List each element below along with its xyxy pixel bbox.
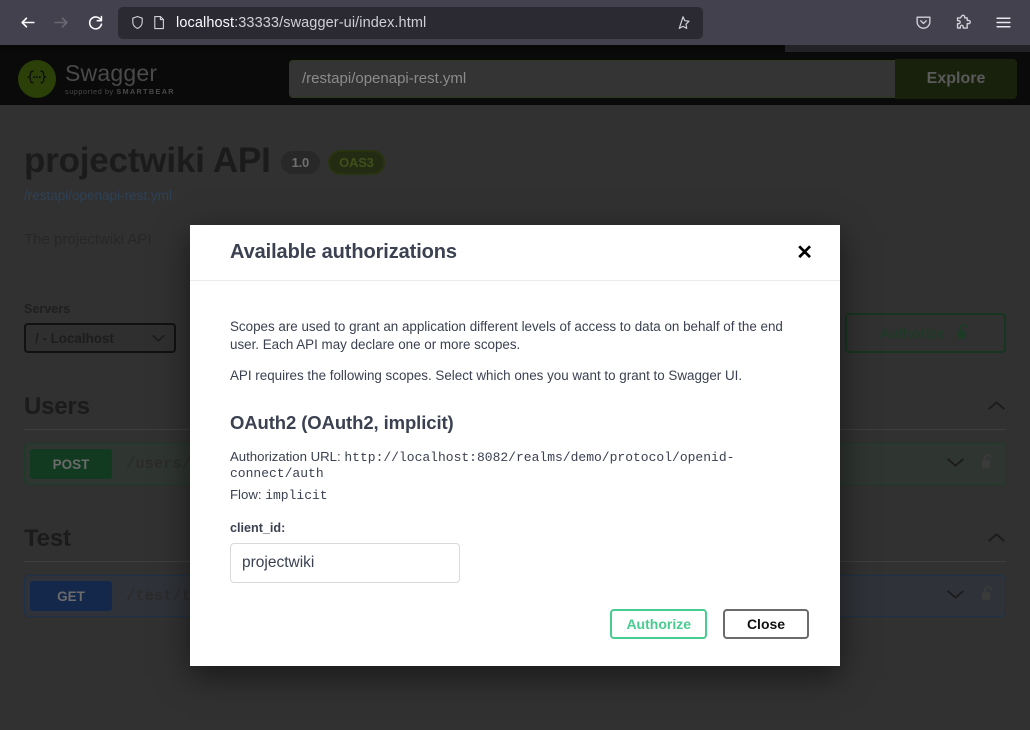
browser-toolbar: localhost:33333/swagger-ui/index.html [0,0,1030,45]
page-top-strip-light [785,45,1030,52]
chevron-up-icon[interactable] [987,398,1006,416]
pocket-icon[interactable] [906,7,940,39]
operation-row-controls [946,585,995,607]
hamburger-menu-icon[interactable] [986,7,1020,39]
server-select[interactable]: / - Localhost [24,323,176,353]
api-title-text: projectwiki API [24,141,271,180]
oauth2-section: OAuth2 (OAuth2, implicit) Authorization … [230,412,800,584]
forward-button[interactable] [44,7,78,39]
swagger-wordmark: Swagger supported by SMARTBEAR [65,59,175,96]
page-top-strip [0,45,1030,52]
spec-url-form: /restapi/openapi-rest.yml Explore [289,58,1017,99]
modal-title: Available authorizations [230,241,457,263]
flow-line: Flow: implicit [230,487,800,503]
tag-name-users: Users [24,393,90,420]
modal-body: Scopes are used to grant an application … [190,281,840,584]
url-host: localhost [176,14,235,31]
tag-name-test: Test [24,525,71,552]
explore-button[interactable]: Explore [895,58,1017,99]
page-title: projectwiki API 1.0 OAS3 [24,141,1006,181]
modal-close-button[interactable]: Close [723,609,809,640]
unlock-icon[interactable] [981,453,995,475]
swagger-logo-icon [18,59,56,98]
unlock-icon [956,323,971,344]
client-id-label: client_id: [230,521,286,536]
http-method-badge: POST [30,449,112,479]
close-icon[interactable]: ✕ [796,243,813,263]
operation-row-controls [946,453,995,475]
reload-button[interactable] [78,7,112,39]
authorize-button[interactable]: Authorize [845,313,1006,353]
scopes-description-1: Scopes are used to grant an application … [230,319,783,352]
url-bar[interactable]: localhost:33333/swagger-ui/index.html [118,6,703,39]
modal-actions: Authorize Close [190,583,840,666]
url-path: :33333/swagger-ui/index.html [234,14,427,31]
flow-label: Flow: [230,487,262,503]
oauth2-heading: OAuth2 (OAuth2, implicit) [230,412,454,434]
chevron-down-icon [152,331,165,346]
swagger-supported-by: supported by SMARTBEAR [65,86,175,96]
servers-label: Servers [24,302,71,316]
chevron-down-icon[interactable] [946,587,965,605]
modal-header: Available authorizations ✕ [190,225,840,281]
authorize-button-label: Authorize [879,325,945,341]
http-method-badge: GET [30,581,112,611]
server-select-value: / - Localhost [35,330,114,346]
extensions-puzzle-icon[interactable] [946,7,980,39]
scopes-description-2: API requires the following scopes. Selec… [230,367,743,383]
page-viewport: Swagger supported by SMARTBEAR /restapi/… [0,45,1030,730]
spec-url-input[interactable]: /restapi/openapi-rest.yml [289,59,896,98]
page-info-icon[interactable] [148,12,170,34]
swagger-wordmark-text: Swagger [65,59,158,86]
servers-block: Servers / - Localhost [24,302,176,353]
url-text[interactable]: localhost:33333/swagger-ui/index.html [176,15,671,31]
flow-value: implicit [265,488,328,504]
unlock-icon[interactable] [981,585,995,607]
oas-badge: OAS3 [328,150,385,175]
swagger-logo[interactable]: Swagger supported by SMARTBEAR [18,59,193,98]
swagger-topbar: Swagger supported by SMARTBEAR /restapi/… [0,52,1030,105]
bookmark-star-icon[interactable] [671,11,695,35]
chevron-down-icon[interactable] [946,455,965,473]
authorization-url-line: Authorization URL: http://localhost:8082… [230,449,800,481]
authorization-url-label: Authorization URL: [230,449,341,465]
version-badge: 1.0 [280,151,321,174]
modal-authorize-button[interactable]: Authorize [610,609,707,640]
browser-actions [906,7,1020,39]
chevron-up-icon[interactable] [987,530,1006,548]
spec-file-link[interactable]: /restapi/openapi-rest.yml [24,188,1006,203]
client-id-input[interactable]: projectwiki [230,543,460,584]
back-button[interactable] [10,7,44,39]
shield-icon[interactable] [126,12,148,34]
authorizations-modal: Available authorizations ✕ Scopes are us… [190,225,840,667]
